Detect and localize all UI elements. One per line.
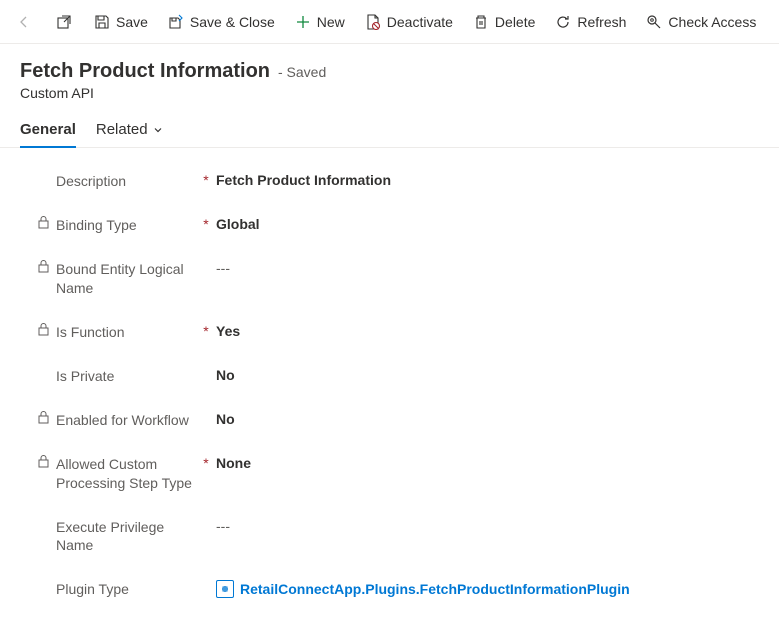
tab-related[interactable]: Related (96, 115, 164, 148)
field-value: Yes (216, 323, 240, 339)
lock-slot (36, 216, 50, 229)
field-label: Enabled for Workflow (56, 411, 196, 429)
field-plugin-type[interactable]: Plugin Type RetailConnectApp.Plugins.Fet… (36, 580, 759, 598)
save-button[interactable]: Save (84, 0, 158, 44)
field-execute-privilege[interactable]: Execute Privilege Name --- (36, 518, 759, 554)
lock-icon (38, 323, 49, 336)
field-label: Description (56, 172, 196, 190)
field-label: Is Private (56, 367, 196, 385)
field-label: Allowed Custom Processing Step Type (56, 455, 196, 491)
chevron-down-icon (152, 124, 164, 136)
plugin-lookup[interactable]: RetailConnectApp.Plugins.FetchProductInf… (216, 580, 630, 598)
field-label: Is Function (56, 323, 196, 341)
command-bar: Save Save & Close New Deactivate Delete … (0, 0, 779, 44)
tab-related-label: Related (96, 121, 148, 138)
delete-label: Delete (495, 14, 535, 30)
field-bound-entity[interactable]: Bound Entity Logical Name --- (36, 260, 759, 296)
check-access-label: Check Access (668, 14, 756, 30)
refresh-button[interactable]: Refresh (545, 0, 636, 44)
required-indicator: * (196, 455, 216, 471)
field-label: Bound Entity Logical Name (56, 260, 196, 296)
new-label: New (317, 14, 345, 30)
save-close-button[interactable]: Save & Close (158, 0, 285, 44)
record-header: Fetch Product Information - Saved Custom… (0, 44, 779, 105)
tab-general[interactable]: General (20, 115, 76, 148)
back-button[interactable] (4, 0, 44, 44)
lock-slot (36, 260, 50, 273)
lock-icon (38, 216, 49, 229)
lock-slot (36, 455, 50, 468)
field-value: --- (216, 518, 230, 534)
field-value: Fetch Product Information (216, 172, 391, 188)
deactivate-label: Deactivate (387, 14, 453, 30)
new-button[interactable]: New (285, 0, 355, 44)
form-tabs: General Related (0, 105, 779, 148)
lock-icon (38, 411, 49, 424)
field-value: No (216, 367, 235, 383)
field-value: --- (216, 260, 230, 276)
required-indicator: * (196, 216, 216, 232)
page-title: Fetch Product Information (20, 60, 270, 83)
field-description[interactable]: Description * Fetch Product Information (36, 172, 759, 190)
back-arrow-icon (16, 14, 32, 30)
field-is-private[interactable]: Is Private No (36, 367, 759, 385)
field-label: Binding Type (56, 216, 196, 234)
field-value: No (216, 411, 235, 427)
lock-icon (38, 455, 49, 468)
required-indicator: * (196, 323, 216, 339)
field-is-function[interactable]: Is Function * Yes (36, 323, 759, 341)
refresh-label: Refresh (577, 14, 626, 30)
trash-icon (473, 14, 489, 30)
field-value: None (216, 455, 251, 471)
refresh-icon (555, 14, 571, 30)
lock-slot (36, 323, 50, 336)
field-enabled-workflow[interactable]: Enabled for Workflow No (36, 411, 759, 429)
save-close-icon (168, 14, 184, 30)
field-label: Plugin Type (56, 580, 196, 598)
delete-button[interactable]: Delete (463, 0, 545, 44)
open-new-window-button[interactable] (44, 0, 84, 44)
required-indicator: * (196, 172, 216, 188)
entity-icon (216, 580, 234, 598)
assign-button[interactable] (766, 0, 779, 44)
form-body: Description * Fetch Product Information … (0, 148, 779, 644)
deactivate-button[interactable]: Deactivate (355, 0, 463, 44)
field-label: Execute Privilege Name (56, 518, 196, 554)
field-binding-type[interactable]: Binding Type * Global (36, 216, 759, 234)
plus-icon (295, 14, 311, 30)
entity-name: Custom API (20, 85, 759, 101)
save-icon (94, 14, 110, 30)
save-status: - Saved (278, 64, 326, 80)
save-close-label: Save & Close (190, 14, 275, 30)
lock-slot (36, 411, 50, 424)
plugin-link[interactable]: RetailConnectApp.Plugins.FetchProductInf… (240, 581, 630, 597)
deactivate-icon (365, 14, 381, 30)
check-access-button[interactable]: Check Access (636, 0, 766, 44)
field-value: Global (216, 216, 260, 232)
lock-icon (38, 260, 49, 273)
tab-general-label: General (20, 121, 76, 138)
search-key-icon (646, 14, 662, 30)
open-new-window-icon (56, 14, 72, 30)
field-allowed-custom-step[interactable]: Allowed Custom Processing Step Type * No… (36, 455, 759, 491)
save-label: Save (116, 14, 148, 30)
